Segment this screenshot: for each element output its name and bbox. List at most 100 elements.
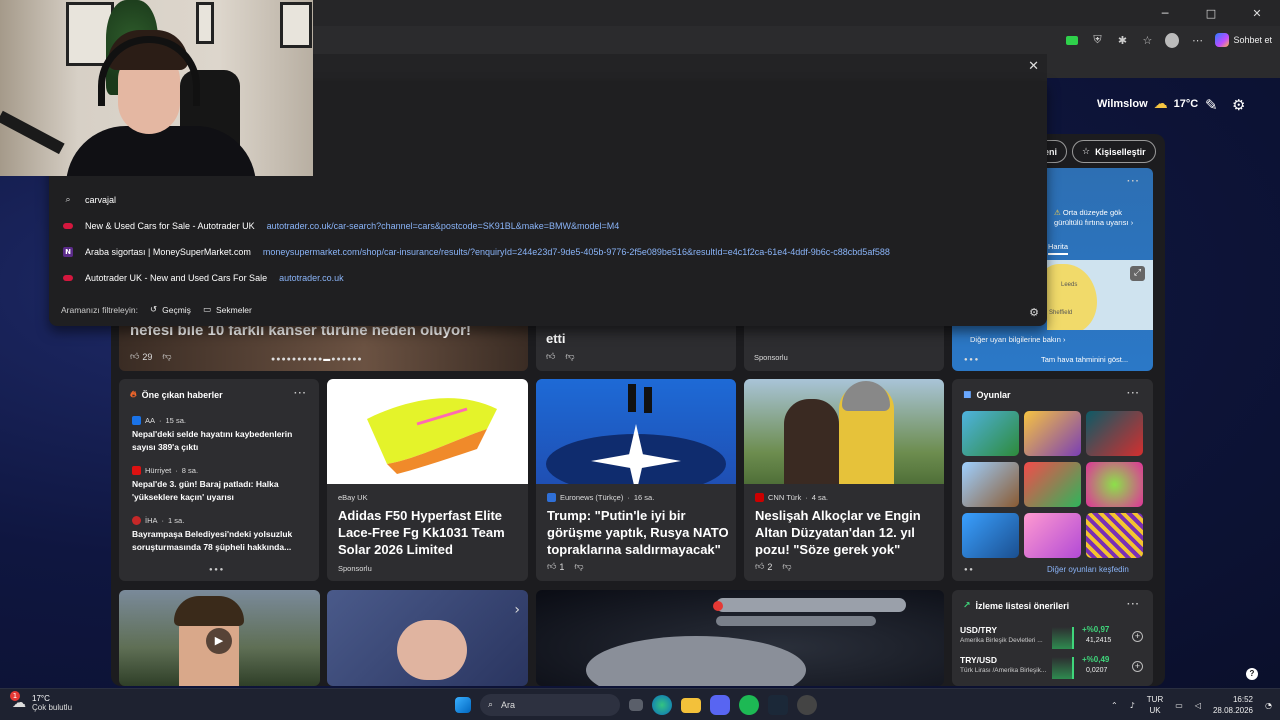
filter-history-label: Geçmiş [162,305,191,315]
like-button[interactable]: 👍︎ 2 [755,561,772,572]
personalize-label: Kişiselleştir [1095,146,1146,157]
space-article-card[interactable] [536,590,944,686]
game-tile-slime[interactable] [1086,462,1143,507]
game-tile-runner[interactable] [962,513,1019,558]
suggestion-site[interactable]: N Araba sigortası | MoneySuperMarket.com… [49,239,1047,265]
like-button[interactable]: 👍︎ 29 [130,351,152,362]
age: 8 sa. [181,466,199,475]
cnn-news-card[interactable]: CNN Türk · 4 sa. Neslişah Alkoçlar ve Engi… [744,379,944,581]
chart-up-icon: ↗ [963,601,971,611]
carousel-dots[interactable]: ●●●●●●●●●●▬●●●●●● [271,356,363,363]
dislike-button[interactable]: 👎︎ [574,561,583,572]
map-tab[interactable]: Harita [1048,242,1069,255]
suggestion-settings-icon[interactable]: ⚙ [1029,306,1039,319]
full-forecast-button[interactable]: Tam hava tahminini göst... [1041,355,1128,364]
hurriyet-logo-icon [132,466,141,475]
ebay-sponsored-card[interactable]: eBay UK Adidas F50 Hyperfast Elite Lace-… [327,379,528,581]
notifications-bell-icon[interactable]: ◔ [1265,701,1272,710]
game-tile-maze[interactable] [1086,513,1143,558]
more-alerts-link[interactable]: Diğer uyarı bilgilerine bakın › [970,335,1065,344]
start-windows-icon[interactable] [455,697,471,713]
news-item-2[interactable]: Hürriyet · 8 sa. Nepal'de 3. gün! Baraj pa… [132,466,307,504]
task-view-icon[interactable] [629,699,643,711]
edit-pencil-icon[interactable]: ✎ [1205,96,1218,114]
network-icon[interactable]: ▭ [1175,701,1183,710]
thumbs-up-icon: 👍︎ [546,351,556,361]
news-item-1[interactable]: AA · 15 sa. Nepal'deki selde hayatını kayb… [132,416,307,454]
taskbar-search[interactable]: ⌕ Ara [480,694,620,716]
sleep-article-card[interactable]: › [327,590,528,686]
weather-alert[interactable]: ⚠ Orta düzeyde gök gürültülü fırtına uya… [1054,208,1146,228]
watchlist-row[interactable]: USD/TRY Amerika Birleşik Devletleri ... … [960,625,1144,653]
steam-icon[interactable] [768,695,788,715]
filter-tabs-button[interactable]: ▭ Sekmeler [203,305,252,315]
extensions-puzzle-icon[interactable]: ✱ [1115,33,1129,47]
taskbar-weather[interactable]: ☁ 1 17°C Çok bulutlu [10,691,72,712]
taskbar: ☁ 1 17°C Çok bulutlu ⌕ Ara ⌃ ♪ TUR UK ▭ … [0,688,1280,720]
pager-dots[interactable]: ● ● ● [209,567,223,573]
minimize-button[interactable]: ─ [1142,0,1188,26]
clock[interactable]: 16:52 28.08.2026 [1213,694,1253,716]
game-tile-blocks[interactable] [962,462,1019,507]
help-icon[interactable]: ? [1246,668,1258,680]
games-card: ■ Oyunlar ··· ● ● Diğer oyunları keşfedi… [952,379,1153,581]
card-more-icon[interactable]: ··· [1127,388,1140,399]
game-tile-car[interactable] [1086,411,1143,456]
window-controls: ─ □ ✕ [1142,0,1280,26]
dislike-button[interactable]: 👎︎ [162,351,171,362]
dislike-button[interactable]: 👎︎ [565,351,574,362]
watchlist-row[interactable]: TRY/USD Türk Lirası /Amerika Birleşik...… [960,655,1144,683]
like-button[interactable]: 👍︎ 1 [547,561,564,572]
filter-history-button[interactable]: ↺ Geçmiş [150,305,191,315]
card-more-icon[interactable]: ··· [294,388,307,399]
nato-news-card[interactable]: Euronews (Türkçe) · 16 sa. Trump: "Putin'l… [536,379,736,581]
favorites-star-icon[interactable]: ☆ [1140,33,1154,47]
header-weather[interactable]: Wilmslow ☁ 17°C [1097,96,1198,112]
video-card[interactable]: ▶ [119,590,320,686]
card-more-icon[interactable]: ··· [1127,176,1140,187]
edge-browser-icon[interactable] [652,695,672,715]
source: eBay UK [338,493,368,502]
microphone-icon[interactable]: ♪ [1130,701,1135,710]
app-icon[interactable] [797,695,817,715]
like-button[interactable]: 👍︎ [546,351,555,362]
file-explorer-icon[interactable] [681,697,701,713]
add-to-watchlist-icon[interactable]: + [1132,631,1143,642]
spotify-icon[interactable] [739,695,759,715]
play-button-icon[interactable]: ▶ [206,628,232,654]
suggestion-site[interactable]: Autotrader UK - New and Used Cars For Sa… [49,265,1047,291]
close-suggestions-icon[interactable]: ✕ [1028,59,1039,74]
game-tile-princess[interactable] [1024,513,1081,558]
volume-icon[interactable]: ◁ [1195,701,1201,710]
more-menu-icon[interactable]: ⋯ [1190,33,1204,47]
screen: ─ □ ✕ ⛨ ✱ ☆ ⋯ Sohbet et Wilmslow ☁ 17°C … [0,0,1280,720]
chevron-right-icon[interactable]: › [514,602,520,618]
game-tile-racing[interactable] [962,411,1019,456]
sparkline [1052,627,1074,649]
extension-icon[interactable] [1065,33,1079,47]
maximize-button[interactable]: □ [1188,0,1234,26]
personalize-button[interactable]: ☆ Kişiselleştir [1072,140,1156,163]
suggestion-search[interactable]: ⌕ carvajal [49,187,1047,213]
weather-map[interactable]: Leeds Sheffield ⤢ [1047,260,1153,330]
close-window-button[interactable]: ✕ [1234,0,1280,26]
expand-map-icon[interactable]: ⤢ [1130,266,1145,281]
games-title: Oyunlar [976,390,1011,400]
add-to-watchlist-icon[interactable]: + [1132,661,1143,672]
settings-gear-icon[interactable]: ⚙ [1232,96,1245,114]
language-indicator[interactable]: TUR UK [1147,694,1163,716]
copilot-chat-button[interactable]: Sohbet et [1215,33,1272,47]
show-hidden-icons-icon[interactable]: ⌃ [1111,701,1118,710]
more-games-link[interactable]: Diğer oyunları keşfedin [1047,565,1129,574]
dislike-button[interactable]: 👎︎ [782,561,791,572]
news-item-3[interactable]: İHA · 1 sa. Bayrampaşa Belediyesi'ndeki yo… [132,516,307,554]
suggestion-site[interactable]: New & Used Cars for Sale - Autotrader UK… [49,213,1047,239]
discord-icon[interactable] [710,695,730,715]
game-tile-cooking[interactable] [1024,411,1081,456]
watchlist-header: ↗ İzleme listesi önerileri [963,601,1069,611]
game-tile-arcade[interactable] [1024,462,1081,507]
card-more-icon[interactable]: ··· [1127,599,1140,610]
pager-dots[interactable]: ● ● [964,567,973,573]
profile-avatar[interactable] [1165,32,1180,48]
shield-extension-icon[interactable]: ⛨ [1090,33,1104,47]
